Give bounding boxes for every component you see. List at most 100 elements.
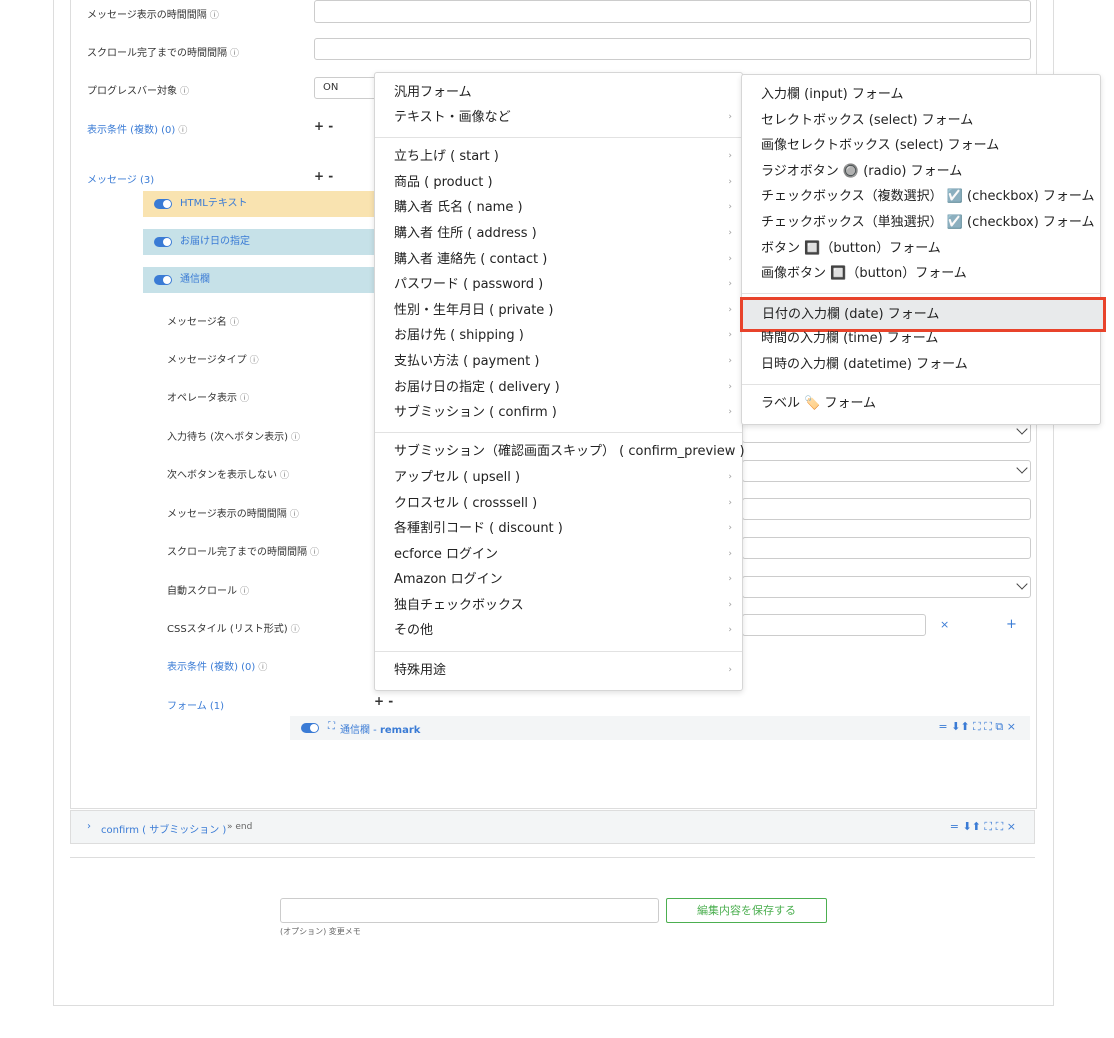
expand-icon[interactable]: ⛶ [328, 721, 335, 732]
css-style-input[interactable] [742, 614, 926, 636]
label-message-name: メッセージ名 ⓘ [167, 317, 239, 328]
change-memo-label: (オプション) 変更メモ [280, 927, 361, 936]
menu-item[interactable]: 支払い方法 ( payment ) › [375, 349, 742, 374]
chevron-right-icon: › [728, 330, 732, 340]
hide-next-select[interactable] [742, 460, 1031, 482]
info-icon: ⓘ [180, 87, 190, 97]
chevron-right-icon: › [728, 279, 732, 289]
detail-msg-interval-input[interactable] [742, 498, 1031, 520]
chevron-right-icon: › [728, 228, 732, 238]
chevron-right-icon: › [728, 112, 732, 122]
menu-item[interactable]: お届け先 ( shipping ) › [375, 323, 742, 348]
menu-item[interactable]: 各種割引コード ( discount ) › [375, 516, 742, 541]
submenu-item[interactable]: セレクトボックス (select) フォーム [742, 108, 1100, 133]
confirm-bar[interactable]: › confirm ( サブミッション ) » end = ⬇⬆ ⛶ ⛶ × [70, 810, 1035, 844]
info-icon: ⓘ [290, 433, 300, 443]
info-icon: ⓘ [178, 126, 188, 136]
info-icon: ⓘ [240, 587, 250, 597]
message-bar-html[interactable]: HTMLテキスト [143, 191, 375, 217]
submenu-item[interactable]: 時間の入力欄 (time) フォーム [742, 326, 1100, 351]
menu-item[interactable]: アップセル ( upsell ) › [375, 465, 742, 490]
menu-item[interactable]: 特殊用途 › [375, 658, 742, 683]
message-bar-remark[interactable]: 通信欄 [143, 267, 375, 293]
add-remove-message[interactable]: + - [314, 169, 333, 183]
menu-separator [375, 651, 742, 652]
chevron-right-icon: › [728, 472, 732, 482]
chevron-down-icon [1016, 578, 1028, 590]
submenu-item[interactable]: ラベル 🏷️ フォーム [742, 391, 1100, 416]
detail-scroll-interval-input[interactable] [742, 537, 1031, 559]
menu-item[interactable]: 購入者 氏名 ( name ) › [375, 195, 742, 220]
label-css-style: CSSスタイル (リスト形式) ⓘ [167, 624, 300, 635]
label-message-type: メッセージタイプ ⓘ [167, 355, 259, 366]
css-add-button[interactable]: + [1006, 617, 1017, 632]
scroll-interval-input[interactable] [314, 38, 1031, 60]
change-memo-input[interactable] [280, 898, 659, 923]
messages-link[interactable]: メッセージ (3) [87, 171, 154, 186]
menu-item[interactable]: その他 › [375, 618, 742, 643]
add-remove-form[interactable]: + - [374, 694, 393, 708]
menu-item[interactable]: 購入者 住所 ( address ) › [375, 221, 742, 246]
submenu-item[interactable]: 入力欄 (input) フォーム [742, 82, 1100, 107]
info-icon: ⓘ [289, 510, 299, 520]
info-icon: ⓘ [290, 625, 300, 635]
message-bar-delivery[interactable]: お届け日の指定 [143, 229, 375, 255]
menu-item[interactable]: 立ち上げ ( start ) › [375, 144, 742, 169]
menu-item[interactable]: お届け日の指定 ( delivery ) › [375, 375, 742, 400]
toggle-switch[interactable] [301, 723, 319, 733]
form-item-toolbar[interactable]: = ⬇⬆ ⛶ ⛶ ⧉ × [938, 720, 1016, 734]
chevron-right-icon: › [728, 625, 732, 635]
chevron-right-icon: › [728, 665, 732, 675]
submenu-item[interactable]: 日時の入力欄 (datetime) フォーム [742, 352, 1100, 377]
chevron-right-icon: › [728, 356, 732, 366]
confirm-toolbar[interactable]: = ⬇⬆ ⛶ ⛶ × [950, 820, 1016, 834]
display-cond-link[interactable]: 表示条件 (複数) (0) ⓘ [87, 121, 187, 136]
label-scroll-interval: スクロール完了までの時間間隔 ⓘ [87, 48, 240, 59]
menu-item[interactable]: パスワード ( password ) › [375, 272, 742, 297]
confirm-suffix: » end [227, 822, 253, 832]
add-remove-cond[interactable]: + - [314, 119, 333, 133]
submenu-item[interactable]: チェックボックス（複数選択） ☑️ (checkbox) フォーム [742, 184, 1100, 209]
menu-item[interactable]: サブミッション（確認画面スキップ） ( confirm_preview ) › [375, 439, 745, 464]
submenu-item[interactable]: チェックボックス（単独選択） ☑️ (checkbox) フォーム [742, 210, 1100, 235]
submenu-item[interactable]: 画像ボタン 🔲（button）フォーム [742, 261, 1100, 286]
menu-item[interactable]: ecforce ログイン › [375, 542, 742, 567]
submenu-item[interactable]: ボタン 🔲（button）フォーム [742, 236, 1100, 261]
chevron-right-icon: › [728, 151, 732, 161]
label-operator-display: オペレータ表示 ⓘ [167, 393, 250, 404]
auto-scroll-select[interactable] [742, 576, 1031, 598]
divider [70, 857, 1035, 858]
css-remove-button[interactable]: × [940, 618, 949, 631]
msg-interval-input[interactable] [314, 0, 1031, 23]
chevron-right-icon: › [728, 549, 732, 559]
menu-separator [375, 432, 742, 433]
menu-item[interactable]: 購入者 連絡先 ( contact ) › [375, 247, 742, 272]
toggle-switch[interactable] [154, 237, 172, 247]
submenu-item-date-highlighted[interactable]: 日付の入力欄 (date) フォーム [740, 297, 1106, 332]
chevron-right-icon: › [728, 382, 732, 392]
submenu-item[interactable]: ラジオボタン 🔘 (radio) フォーム [742, 159, 1100, 184]
chevron-right-icon[interactable]: › [87, 821, 91, 832]
menu-item[interactable]: テキスト・画像など › [375, 105, 742, 130]
toggle-switch[interactable] [154, 199, 172, 209]
chevron-right-icon: › [728, 202, 732, 212]
message-label: お届け日の指定 [180, 236, 250, 247]
menu-item[interactable]: 汎用フォーム [375, 80, 742, 105]
menu-item[interactable]: 商品 ( product ) › [375, 170, 742, 195]
label-detail-msg-interval: メッセージ表示の時間間隔 ⓘ [167, 509, 299, 520]
chevron-right-icon: › [728, 600, 732, 610]
menu-item[interactable]: クロスセル ( crosssell ) › [375, 491, 742, 516]
submenu-item[interactable]: 画像セレクトボックス (select) フォーム [742, 133, 1100, 158]
menu-item[interactable]: Amazon ログイン › [375, 567, 742, 592]
menu-item[interactable]: 独自チェックボックス › [375, 593, 742, 618]
toggle-switch[interactable] [154, 275, 172, 285]
form-item-row[interactable]: ⛶ 通信欄 - remark = ⬇⬆ ⛶ ⛶ ⧉ × [290, 716, 1030, 740]
menu-item[interactable]: 性別・生年月日 ( private ) › [375, 298, 742, 323]
info-icon: ⓘ [280, 471, 290, 481]
detail-form-link[interactable]: フォーム (1) [167, 697, 224, 712]
label-hide-next: 次へボタンを表示しない ⓘ [167, 470, 290, 481]
info-icon: ⓘ [209, 11, 219, 21]
menu-item[interactable]: サブミッション ( confirm ) › [375, 400, 742, 425]
detail-display-cond-link[interactable]: 表示条件 (複数) (0) ⓘ [167, 658, 267, 673]
save-button[interactable]: 編集内容を保存する [666, 898, 827, 923]
